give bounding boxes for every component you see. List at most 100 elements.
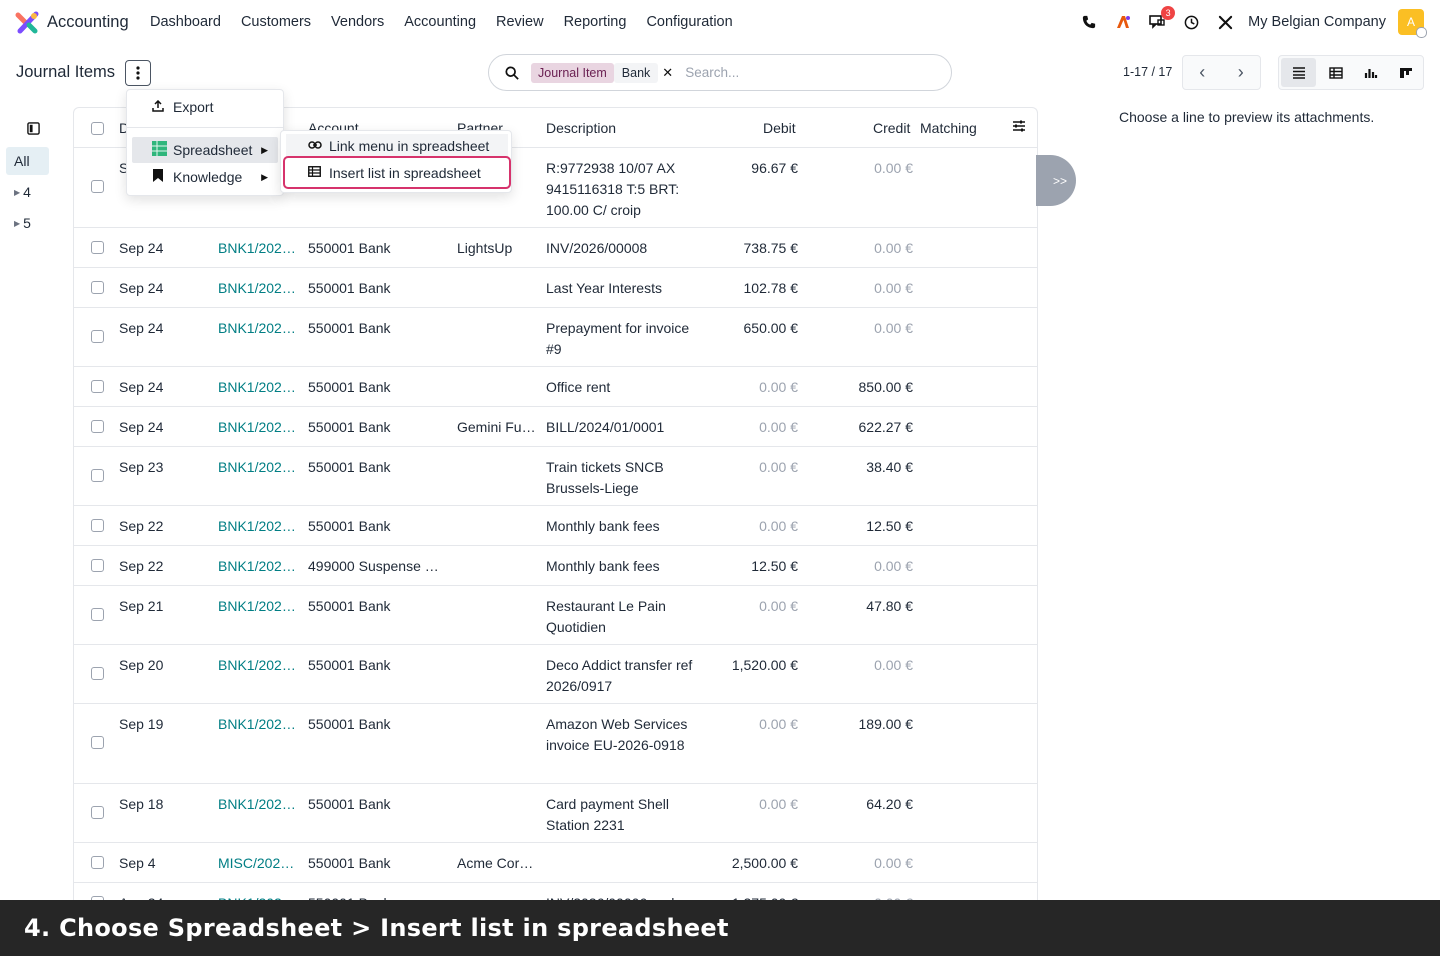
table-row[interactable]: Sep 24 BNK1/202… 550001 Bank Prepayment for…	[74, 308, 1037, 367]
user-avatar[interactable]: A	[1398, 9, 1427, 38]
link-menu-label: Link menu in spreadsheet	[329, 138, 490, 154]
app-logo-icon[interactable]	[15, 11, 39, 35]
spreadsheet-menu-item[interactable]: Spreadsheet ▶	[132, 137, 278, 163]
systray: 3 My Belgian Company A	[1078, 6, 1427, 38]
row-journal-entry-link[interactable]: BNK1/202…	[218, 794, 296, 815]
row-journal-entry-link[interactable]: BNK1/202…	[218, 457, 296, 478]
row-journal-entry-link[interactable]: MISC/202…	[218, 853, 294, 874]
row-checkbox[interactable]	[91, 608, 104, 621]
row-checkbox[interactable]	[91, 806, 104, 819]
table-row[interactable]: Sep 24 BNK1/202… 550001 Bank Last Year Inte…	[74, 268, 1037, 308]
row-checkbox[interactable]	[91, 330, 104, 343]
table-row[interactable]: Sep 18 BNK1/202… 550001 Bank Card payment S…	[74, 784, 1037, 843]
pager-previous-icon[interactable]: ‹	[1183, 56, 1222, 89]
phone-icon[interactable]	[1078, 11, 1100, 33]
table-row[interactable]: Sep 21 BNK1/202… 550001 Bank Restaurant Le …	[74, 586, 1037, 645]
row-checkbox[interactable]	[91, 559, 104, 572]
row-journal-entry-link[interactable]: BNK1/202…	[218, 596, 296, 617]
table-row[interactable]: Sep 24 BNK1/202… 550001 Bank Office rent 0.0…	[74, 367, 1037, 407]
row-journal-entry-link[interactable]: BNK1/202…	[218, 714, 296, 735]
knowledge-menu-item[interactable]: Knowledge ▶	[132, 164, 278, 190]
menu-review[interactable]: Review	[496, 14, 544, 30]
messages-badge: 3	[1161, 6, 1176, 20]
row-checkbox[interactable]	[91, 281, 104, 294]
header-credit[interactable]: Credit	[873, 120, 910, 136]
knowledge-label: Knowledge	[173, 169, 243, 185]
table-row[interactable]: Sep 4 MISC/202… 550001 Bank Acme Cor… 2,500.…	[74, 843, 1037, 883]
row-checkbox[interactable]	[91, 667, 104, 680]
menu-reporting[interactable]: Reporting	[564, 14, 627, 30]
row-checkbox[interactable]	[91, 469, 104, 482]
row-debit: 12.50 €	[751, 558, 798, 574]
link-menu-in-spreadsheet[interactable]: Link menu in spreadsheet	[286, 134, 508, 158]
row-account: 550001 Bank	[308, 855, 391, 871]
table-row[interactable]: Sep 24 BNK1/202… 550001 Bank Gemini Fu… BILL…	[74, 407, 1037, 447]
facet-remove-icon[interactable]: ✕	[662, 65, 673, 81]
header-description[interactable]: Description	[546, 120, 616, 136]
row-checkbox[interactable]	[91, 420, 104, 433]
side-item-4[interactable]: ▶ 4	[6, 178, 49, 206]
row-checkbox[interactable]	[91, 736, 104, 749]
side-item-label: 5	[23, 215, 31, 231]
pivot-view-icon[interactable]	[1318, 56, 1353, 89]
expand-preview-button[interactable]: >>	[1036, 155, 1076, 206]
row-journal-entry-link[interactable]: BNK1/202…	[218, 655, 296, 676]
row-checkbox[interactable]	[91, 856, 104, 869]
app-name[interactable]: Accounting	[47, 13, 129, 32]
select-all-checkbox[interactable]	[91, 122, 104, 135]
tools-icon[interactable]	[1214, 11, 1236, 33]
kanban-view-icon[interactable]	[1388, 56, 1423, 89]
menu-dashboard[interactable]: Dashboard	[150, 14, 221, 30]
row-date: Sep 20	[119, 657, 164, 673]
row-journal-entry-link[interactable]: BNK1/202…	[218, 318, 296, 339]
row-date: Sep 22	[119, 558, 164, 574]
menu-customers[interactable]: Customers	[241, 14, 311, 30]
table-row[interactable]: Sep 24 BNK1/202… 550001 Bank LightsUp INV/20…	[74, 228, 1037, 268]
ai-icon[interactable]	[1112, 11, 1134, 33]
row-journal-entry-link[interactable]: BNK1/202…	[218, 556, 296, 577]
facet-label: Journal Item	[531, 62, 614, 83]
export-menu-item[interactable]: Export	[132, 94, 278, 120]
pager-next-icon[interactable]: ›	[1222, 56, 1261, 89]
side-item-all[interactable]: All	[6, 147, 49, 175]
header-matching[interactable]: Matching	[920, 120, 977, 136]
table-row[interactable]: Sep 23 BNK1/202… 550001 Bank Train tickets …	[74, 447, 1037, 506]
company-switcher[interactable]: My Belgian Company	[1248, 14, 1386, 30]
row-checkbox[interactable]	[91, 380, 104, 393]
table-row[interactable]: Sep 20 BNK1/202… 550001 Bank Deco Addict tr…	[74, 645, 1037, 704]
table-row[interactable]: Sep 22 BNK1/202… 550001 Bank Monthly bank f…	[74, 506, 1037, 546]
journal-items-list: D Account Partner Description Debit Cred…	[73, 107, 1038, 907]
actions-menu-button[interactable]	[125, 60, 151, 86]
messages-icon[interactable]: 3	[1146, 6, 1176, 33]
table-row[interactable]: Sep 19 BNK1/202… 550001 Bank Amazon Web Ser…	[74, 704, 1037, 784]
row-date: Sep 21	[119, 598, 164, 614]
search-bar[interactable]: Journal Item Bank ✕ Search...	[488, 54, 952, 91]
row-checkbox[interactable]	[91, 180, 104, 193]
optional-columns-icon[interactable]	[1012, 119, 1026, 136]
menu-configuration[interactable]: Configuration	[646, 14, 732, 30]
row-journal-entry-link[interactable]: BNK1/202…	[218, 516, 296, 537]
side-item-5[interactable]: ▶ 5	[6, 209, 49, 237]
row-journal-entry-link[interactable]: BNK1/202…	[218, 377, 296, 398]
side-panel-toggle-icon[interactable]	[27, 122, 40, 138]
row-journal-entry-link[interactable]: BNK1/202…	[218, 238, 296, 259]
row-debit: 102.78 €	[743, 280, 799, 296]
row-date: Sep 24	[119, 379, 164, 395]
list-view-icon[interactable]	[1281, 58, 1316, 87]
clock-icon[interactable]	[1180, 11, 1202, 33]
caret-right-icon: ▶	[14, 187, 21, 197]
pager-value[interactable]: 1-17 / 17	[1123, 65, 1172, 79]
row-journal-entry-link[interactable]: BNK1/202…	[218, 417, 296, 438]
row-debit: 1,520.00 €	[731, 657, 798, 673]
row-checkbox[interactable]	[91, 519, 104, 532]
row-checkbox[interactable]	[91, 241, 104, 254]
side-item-label: All	[14, 153, 30, 169]
menu-accounting[interactable]: Accounting	[404, 14, 476, 30]
search-input[interactable]: Search...	[685, 65, 739, 80]
header-debit[interactable]: Debit	[763, 120, 796, 136]
menu-vendors[interactable]: Vendors	[331, 14, 384, 30]
table-row[interactable]: Sep 22 BNK1/202… 499000 Suspense … Monthly …	[74, 546, 1037, 586]
graph-view-icon[interactable]	[1353, 56, 1388, 89]
search-icon[interactable]	[505, 65, 519, 80]
row-journal-entry-link[interactable]: BNK1/202…	[218, 278, 296, 299]
